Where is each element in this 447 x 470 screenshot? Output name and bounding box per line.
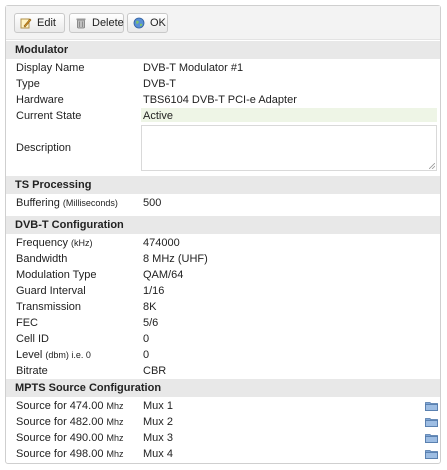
row-current-state: Current State Active bbox=[6, 108, 440, 124]
row-hardware: Hardware TBS6104 DVB-T PCI-e Adapter bbox=[6, 92, 440, 108]
mpts-source-label: Source for 474.00 Mhz bbox=[16, 400, 124, 412]
delete-button[interactable]: Delete bbox=[69, 13, 124, 33]
row-type: Type DVB-T bbox=[6, 76, 440, 92]
row-bitrate: Bitrate CBR bbox=[6, 363, 440, 379]
mpts-source-value: Mux 3 bbox=[143, 432, 173, 444]
current-state-value: Active bbox=[143, 110, 173, 122]
mpts-source-label: Source for 498.00 Mhz bbox=[16, 448, 124, 460]
description-label: Description bbox=[16, 142, 72, 154]
mpts-row: Source for 498.00 Mhz Mux 4 bbox=[6, 446, 440, 462]
mpts-source-value: Mux 2 bbox=[143, 416, 173, 428]
mpts-row: Source for 474.00 Mhz Mux 1 bbox=[6, 398, 440, 414]
mpts-row: Source for 490.00 Mhz Mux 3 bbox=[6, 430, 440, 446]
transmission-label: Transmission bbox=[16, 301, 81, 313]
row-bandwidth: Bandwidth 8 MHz (UHF) bbox=[6, 251, 440, 267]
row-level: Level (dbm) i.e. 0 0 bbox=[6, 347, 440, 363]
mpts-source-value: Mux 1 bbox=[143, 400, 173, 412]
type-label: Type bbox=[16, 78, 40, 90]
edit-pencil-icon bbox=[20, 17, 32, 29]
modulation-value: QAM/64 bbox=[143, 269, 184, 281]
delete-label: Delete bbox=[92, 17, 124, 29]
fec-label: FEC bbox=[16, 317, 38, 329]
display-name-label: Display Name bbox=[16, 62, 85, 74]
frequency-value: 474000 bbox=[143, 237, 180, 249]
resize-grip-icon[interactable] bbox=[429, 163, 435, 169]
edit-label: Edit bbox=[37, 17, 56, 29]
row-frequency: Frequency (kHz) 474000 bbox=[6, 235, 440, 251]
description-textarea[interactable] bbox=[141, 125, 437, 171]
trash-icon bbox=[75, 17, 87, 29]
state-highlight bbox=[141, 108, 437, 122]
cell-id-value: 0 bbox=[143, 333, 150, 345]
ok-label: OK bbox=[150, 17, 166, 29]
row-display-name: Display Name DVB-T Modulator #1 bbox=[6, 60, 440, 76]
section-dvbt-config: DVB-T Configuration bbox=[6, 216, 440, 234]
bitrate-label: Bitrate bbox=[16, 365, 48, 377]
buffering-label: Buffering (Milliseconds) bbox=[16, 197, 118, 209]
mpts-source-label: Source for 490.00 Mhz bbox=[16, 432, 124, 444]
folder-icon[interactable] bbox=[425, 417, 438, 427]
display-name-value: DVB-T Modulator #1 bbox=[143, 62, 244, 74]
section-mpts-config: MPTS Source Configuration bbox=[6, 379, 440, 397]
hardware-value: TBS6104 DVB-T PCI-e Adapter bbox=[143, 94, 297, 106]
section-ts-processing: TS Processing bbox=[6, 176, 440, 194]
transmission-value: 8K bbox=[143, 301, 157, 313]
row-transmission: Transmission 8K bbox=[6, 299, 440, 315]
row-cell-id: Cell ID 0 bbox=[6, 331, 440, 347]
fec-value: 5/6 bbox=[143, 317, 159, 329]
modulator-panel: Edit Delete OK Modulator Display Name DV… bbox=[5, 5, 441, 464]
ok-button[interactable]: OK bbox=[127, 13, 168, 33]
row-buffering: Buffering (Milliseconds) 500 bbox=[6, 195, 440, 211]
row-modulation: Modulation Type QAM/64 bbox=[6, 267, 440, 283]
mpts-source-value: Mux 4 bbox=[143, 448, 173, 460]
row-guard-interval: Guard Interval 1/16 bbox=[6, 283, 440, 299]
folder-icon[interactable] bbox=[425, 401, 438, 411]
current-state-label: Current State bbox=[16, 110, 82, 122]
modulation-label: Modulation Type bbox=[16, 269, 97, 281]
mpts-source-label: Source for 482.00 Mhz bbox=[16, 416, 124, 428]
folder-icon[interactable] bbox=[425, 449, 438, 459]
cell-id-label: Cell ID bbox=[16, 333, 50, 345]
bandwidth-label: Bandwidth bbox=[16, 253, 68, 265]
bandwidth-value: 8 MHz (UHF) bbox=[143, 253, 208, 265]
toolbar: Edit Delete OK bbox=[6, 6, 440, 40]
section-modulator: Modulator bbox=[6, 41, 440, 59]
guard-interval-value: 1/16 bbox=[143, 285, 165, 297]
folder-icon[interactable] bbox=[425, 433, 438, 443]
row-fec: FEC 5/6 bbox=[6, 315, 440, 331]
level-value: 0 bbox=[143, 349, 150, 361]
mpts-row: Source for 482.00 Mhz Mux 2 bbox=[6, 414, 440, 430]
hardware-label: Hardware bbox=[16, 94, 64, 106]
bitrate-value: CBR bbox=[143, 365, 167, 377]
ok-globe-icon bbox=[133, 17, 145, 29]
buffering-value: 500 bbox=[143, 197, 162, 209]
guard-interval-label: Guard Interval bbox=[16, 285, 86, 297]
level-label: Level (dbm) i.e. 0 bbox=[16, 349, 91, 361]
edit-button[interactable]: Edit bbox=[14, 13, 65, 33]
frequency-label: Frequency (kHz) bbox=[16, 237, 93, 249]
type-value: DVB-T bbox=[143, 78, 176, 90]
